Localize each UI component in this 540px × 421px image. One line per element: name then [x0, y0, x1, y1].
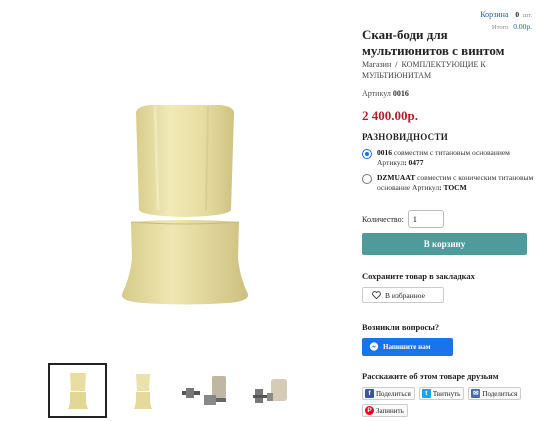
facebook-share-label: Поделиться: [376, 389, 411, 398]
main-product-image[interactable]: [110, 98, 260, 310]
favorites-label: В избранное: [385, 290, 425, 300]
variant-1-text: совместим с титановым основанием Артикул: [377, 148, 510, 167]
facebook-icon: f: [365, 389, 374, 398]
add-to-favorites-button[interactable]: В избранное: [362, 287, 444, 303]
product-title: Скан-боди для мультиюнитов с винтом: [362, 27, 505, 58]
variant-1-label: 0016 совместим с титановым основанием Ар…: [377, 148, 510, 167]
email-icon: ✉: [471, 389, 481, 398]
thumbnail-3[interactable]: [178, 363, 237, 418]
email-share-button[interactable]: ✉ Поделиться: [468, 387, 522, 400]
quantity-label: Количество:: [362, 214, 404, 224]
product-gallery: [0, 0, 350, 421]
twitter-share-button[interactable]: t Твитнуть: [418, 387, 465, 400]
variant-2-radio[interactable]: [362, 174, 372, 184]
cart-unit: шт.: [523, 12, 532, 19]
pinterest-share-label: Запинить: [376, 406, 404, 415]
variant-2-label: DZMUAAT совместим с коническим титановым…: [377, 173, 534, 192]
variant-1-radio[interactable]: [362, 149, 372, 159]
heart-icon: [372, 291, 381, 299]
thumbnail-1[interactable]: [48, 363, 107, 418]
twitter-icon: t: [421, 389, 431, 398]
thumbnail-1-image: [67, 372, 88, 409]
facebook-share-button[interactable]: f Поделиться: [362, 387, 415, 400]
breadcrumb: Магазин / КОМПЛЕКТУЮЩИЕ К МУЛЬТИЮНИТАМ: [362, 59, 534, 81]
messenger-icon: [369, 342, 379, 351]
product-sku: Артикул 0016: [362, 89, 409, 98]
thumbnail-3-image: [181, 375, 226, 405]
thumbnail-4[interactable]: [243, 363, 302, 418]
message-us-button[interactable]: Напишите нам: [362, 338, 453, 356]
variant-1-article: 0477: [408, 158, 424, 167]
questions-title: Возникли вопросы?: [362, 322, 440, 332]
sku-label: Артикул: [362, 89, 391, 98]
share-title: Расскажите об этом товаре друзьям: [362, 371, 499, 381]
thumbnail-4-image: [252, 378, 287, 403]
thumbnail-2[interactable]: [113, 363, 172, 418]
variant-option-1[interactable]: 0016 совместим с титановым основанием Ар…: [362, 148, 534, 168]
variant-option-2[interactable]: DZMUAAT совместим с коническим титановым…: [362, 173, 534, 193]
add-to-cart-button[interactable]: В корзину: [362, 233, 527, 255]
share-buttons: f Поделиться t Твитнуть ✉ Поделиться: [362, 387, 522, 400]
breadcrumb-separator: /: [395, 60, 398, 69]
twitter-share-label: Твитнуть: [432, 389, 461, 398]
variant-2-code: DZMUAAT: [377, 173, 416, 182]
quantity-row: Количество:: [362, 210, 444, 228]
cart-link[interactable]: Корзина: [480, 10, 508, 19]
cart-count: 0: [515, 10, 520, 19]
variant-1-code: 0016: [377, 148, 392, 157]
pinterest-share-button[interactable]: P Запинить: [362, 404, 408, 417]
message-us-label: Напишите нам: [383, 343, 431, 351]
breadcrumb-shop[interactable]: Магазин: [362, 60, 391, 69]
bookmark-title: Сохраните товар в закладках: [362, 271, 475, 281]
pinterest-icon: P: [365, 406, 374, 415]
thumbnail-2-image: [133, 373, 152, 409]
thumbnail-strip: [48, 363, 302, 418]
email-share-label: Поделиться: [482, 389, 518, 398]
quantity-input[interactable]: [407, 210, 444, 228]
product-price: 2 400.00р.: [362, 108, 418, 123]
variant-2-article: TOCM: [443, 183, 467, 192]
variants-title: РАЗНОВИДНОСТИ: [362, 132, 449, 142]
sku-value: 0016: [392, 89, 409, 98]
